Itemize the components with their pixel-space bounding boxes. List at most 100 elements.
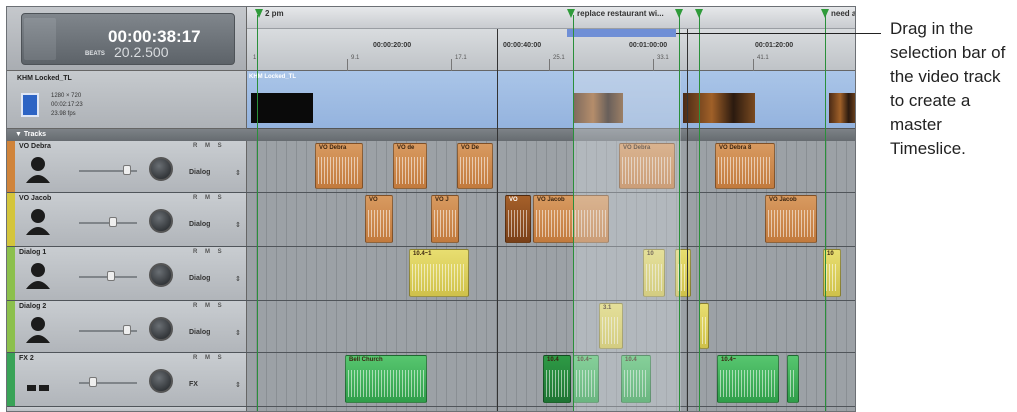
audio-clip[interactable]: VO	[365, 195, 393, 243]
waveform	[508, 209, 528, 238]
audio-track-dialog-1[interactable]: Dialog 1 R M S Dialog ⇕ 10.4~1 10 10	[7, 247, 855, 301]
audio-clip[interactable]: VO De	[457, 143, 493, 189]
audio-clip[interactable]: Bell Church	[345, 355, 427, 403]
output-select-arrow-icon[interactable]: ⇕	[235, 169, 241, 177]
audio-clip[interactable]: VO J	[431, 195, 459, 243]
track-header[interactable]: Dialog 2 R M S Dialog ⇕	[7, 301, 247, 352]
volume-slider-thumb[interactable]	[123, 325, 131, 335]
marker-replace-restaurant[interactable]: replace restaurant wi...	[567, 9, 664, 18]
video-track-name: KHM Locked_TL	[17, 75, 72, 82]
track-name[interactable]: VO Debra	[19, 143, 51, 150]
audio-clip[interactable]: VO Debra 8	[715, 143, 775, 189]
audio-clip[interactable]: 10.4~	[717, 355, 779, 403]
time-ruler[interactable]: 00:00:20:00 00:00:40:00 00:01:00:00 00:0…	[247, 29, 855, 71]
waveform	[368, 209, 390, 238]
track-name[interactable]: VO Jacob	[19, 195, 51, 202]
pan-knob[interactable]	[149, 209, 173, 233]
output-select-arrow-icon[interactable]: ⇕	[235, 381, 241, 389]
shoes-icon	[27, 385, 49, 391]
marker-bar[interactable]: 2 pm replace restaurant wi... need a	[247, 7, 855, 29]
ruler-sublabel: 9.1	[351, 55, 360, 61]
output-select-arrow-icon[interactable]: ⇕	[235, 275, 241, 283]
output-select-arrow-icon[interactable]: ⇕	[235, 221, 241, 229]
audio-track-dialog-2[interactable]: Dialog 2 R M S Dialog ⇕ 3.1	[7, 301, 855, 353]
volume-slider-thumb[interactable]	[89, 377, 97, 387]
audio-clip[interactable]: VO	[505, 195, 531, 243]
audio-track-vo-jacob[interactable]: VO Jacob R M S Dialog ⇕ VO VO J VO VO Ja…	[7, 193, 855, 247]
track-rms-buttons[interactable]: R M S	[193, 195, 225, 201]
track-name[interactable]: Dialog 2	[19, 303, 46, 310]
output-select[interactable]: Dialog	[189, 169, 210, 176]
pan-knob[interactable]	[149, 157, 173, 181]
volume-slider[interactable]	[79, 222, 137, 224]
track-rms-buttons[interactable]: R M S	[193, 355, 225, 361]
marker-3[interactable]	[675, 9, 685, 18]
audio-clip[interactable]: VO Jacob	[533, 195, 609, 243]
track-lane[interactable]: VO Debra VO de VO De VO Debra VO Debra 8	[247, 141, 855, 192]
track-header[interactable]	[7, 407, 247, 411]
output-select[interactable]: Dialog	[189, 275, 210, 282]
track-header[interactable]: VO Debra R M S Dialog ⇕	[7, 141, 247, 192]
track-lane[interactable]: 10.4~1 10 10	[247, 247, 855, 300]
track-name[interactable]: Dialog 1	[19, 249, 46, 256]
audio-track-partial[interactable]	[7, 407, 855, 411]
audio-clip[interactable]: VO de	[393, 143, 427, 189]
audio-clip[interactable]: 10.4	[621, 355, 651, 403]
video-resolution: 1280 × 720	[51, 93, 82, 99]
waveform	[718, 157, 772, 184]
volume-slider-thumb[interactable]	[109, 217, 117, 227]
track-header[interactable]: Dialog 1 R M S Dialog ⇕	[7, 247, 247, 300]
audio-clip[interactable]	[787, 355, 799, 403]
marker-need-a[interactable]: need a	[821, 9, 855, 18]
track-lane[interactable]: 3.1	[247, 301, 855, 352]
timeslice-selection-bar[interactable]	[567, 29, 676, 37]
track-rms-buttons[interactable]: R M S	[193, 143, 225, 149]
audio-track-fx-2[interactable]: FX 2 R M S FX ⇕ Bell Church 10.4 10.4~ 1…	[7, 353, 855, 407]
video-track-lane[interactable]: KHM Locked_TL	[247, 71, 855, 129]
track-header[interactable]: VO Jacob R M S Dialog ⇕	[7, 193, 247, 246]
audio-clip[interactable]: VO Debra	[315, 143, 363, 189]
video-thumbnail	[829, 93, 855, 123]
audio-clip[interactable]	[699, 303, 709, 349]
audio-clip[interactable]: VO Jacob	[765, 195, 817, 243]
waveform	[318, 157, 360, 184]
marker-line	[679, 15, 680, 411]
tracks-section-header[interactable]: ▼ Tracks	[7, 129, 855, 141]
audio-clip[interactable]: 10.4	[543, 355, 571, 403]
track-rms-buttons[interactable]: R M S	[193, 303, 225, 309]
track-name[interactable]: FX 2	[19, 355, 34, 362]
clip-label: 10	[827, 251, 834, 257]
video-fps: 23.98 fps	[51, 111, 76, 117]
pan-knob[interactable]	[149, 263, 173, 287]
output-select-arrow-icon[interactable]: ⇕	[235, 329, 241, 337]
track-header[interactable]: FX 2 R M S FX ⇕	[7, 353, 247, 406]
volume-slider-thumb[interactable]	[107, 271, 115, 281]
audio-clip[interactable]: 10.4~1	[409, 249, 469, 297]
timecode-display[interactable]: 00:00:38:17 BEATS 20.2.500	[21, 13, 235, 65]
volume-slider-thumb[interactable]	[123, 165, 131, 175]
audio-clip[interactable]	[675, 249, 691, 297]
clip-label: 10.4	[625, 357, 637, 363]
waveform	[624, 369, 648, 398]
video-track-header[interactable]: KHM Locked_TL 1280 × 720 00:02:17:23 23.…	[7, 71, 247, 129]
marker-2pm[interactable]: 2 pm	[255, 9, 284, 18]
audio-clip[interactable]: 10	[643, 249, 665, 297]
waveform	[396, 157, 424, 184]
waveform	[790, 369, 796, 398]
audio-clip[interactable]: VO Debra	[619, 143, 675, 189]
track-rms-buttons[interactable]: R M S	[193, 249, 225, 255]
pan-knob[interactable]	[149, 369, 173, 393]
audio-clip[interactable]: 3.1	[599, 303, 623, 349]
output-select[interactable]: Dialog	[189, 221, 210, 228]
output-select[interactable]: Dialog	[189, 329, 210, 336]
track-lane[interactable]: Bell Church 10.4 10.4~ 10.4 10.4~	[247, 353, 855, 406]
volume-slider[interactable]	[79, 382, 137, 384]
marker-4[interactable]	[695, 9, 705, 18]
track-lane[interactable]	[247, 407, 855, 411]
output-select[interactable]: FX	[189, 381, 198, 388]
pan-knob[interactable]	[149, 317, 173, 341]
audio-track-vo-debra[interactable]: VO Debra R M S Dialog ⇕ VO Debra VO de V…	[7, 141, 855, 193]
track-lane[interactable]: VO VO J VO VO Jacob VO Jacob	[247, 193, 855, 246]
audio-clip[interactable]: 10.4~	[573, 355, 599, 403]
clip-label: VO J	[435, 197, 449, 203]
